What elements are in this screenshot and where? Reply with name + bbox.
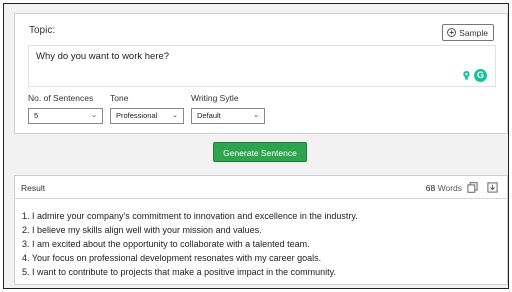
copy-icon[interactable]: [467, 182, 478, 193]
tone-select[interactable]: Professional ⌄: [110, 108, 184, 124]
result-item: 2. I believe my skills align well with y…: [22, 225, 262, 235]
sample-button[interactable]: + Sample: [442, 24, 494, 41]
writing-style-select[interactable]: Default ⌄: [191, 108, 265, 124]
result-list: 1. I admire your company's commitment to…: [15, 199, 507, 279]
word-count-value: 68: [425, 183, 436, 193]
topic-input[interactable]: Why do you want to work here? G: [28, 45, 496, 87]
plus-circle-icon: +: [447, 28, 457, 37]
download-icon[interactable]: [487, 182, 498, 193]
result-item: 1. I admire your company's commitment to…: [22, 211, 358, 221]
grammarly-widget[interactable]: G: [461, 69, 487, 82]
sentences-select-value: 5: [34, 111, 39, 120]
word-count-unit: Words: [437, 183, 462, 193]
result-panel: Result 68 Words 1. I admire your company…: [14, 175, 508, 285]
input-panel: Topic: + Sample Why do you want to work …: [14, 13, 508, 134]
result-label: Result: [21, 183, 46, 193]
grammarly-icon[interactable]: G: [474, 69, 487, 82]
writing-style-label: Writing Sytle: [191, 93, 239, 103]
chevron-down-icon: ⌄: [91, 112, 97, 119]
result-header: Result 68 Words: [15, 176, 507, 199]
result-item: 5. I want to contribute to projects that…: [22, 267, 336, 277]
generate-sentence-button[interactable]: Generate Sentence: [213, 142, 307, 162]
word-count: 68 Words: [426, 183, 462, 193]
result-item: 4. Your focus on professional developmen…: [22, 253, 322, 263]
chevron-down-icon: ⌄: [172, 112, 178, 119]
bulb-icon[interactable]: [461, 70, 472, 81]
topic-label: Topic:: [29, 25, 56, 36]
sentences-label: No. of Sentences: [28, 93, 94, 103]
topic-input-value: Why do you want to work here?: [36, 51, 170, 62]
app-frame: Topic: + Sample Why do you want to work …: [3, 3, 509, 289]
sentences-select[interactable]: 5 ⌄: [28, 108, 103, 124]
chevron-down-icon: ⌄: [253, 112, 259, 119]
sample-button-label: Sample: [459, 27, 488, 38]
writing-style-select-value: Default: [197, 111, 221, 120]
tone-label: Tone: [110, 93, 129, 103]
result-item: 3. I am excited about the opportunity to…: [22, 239, 310, 249]
tone-select-value: Professional: [116, 111, 158, 120]
